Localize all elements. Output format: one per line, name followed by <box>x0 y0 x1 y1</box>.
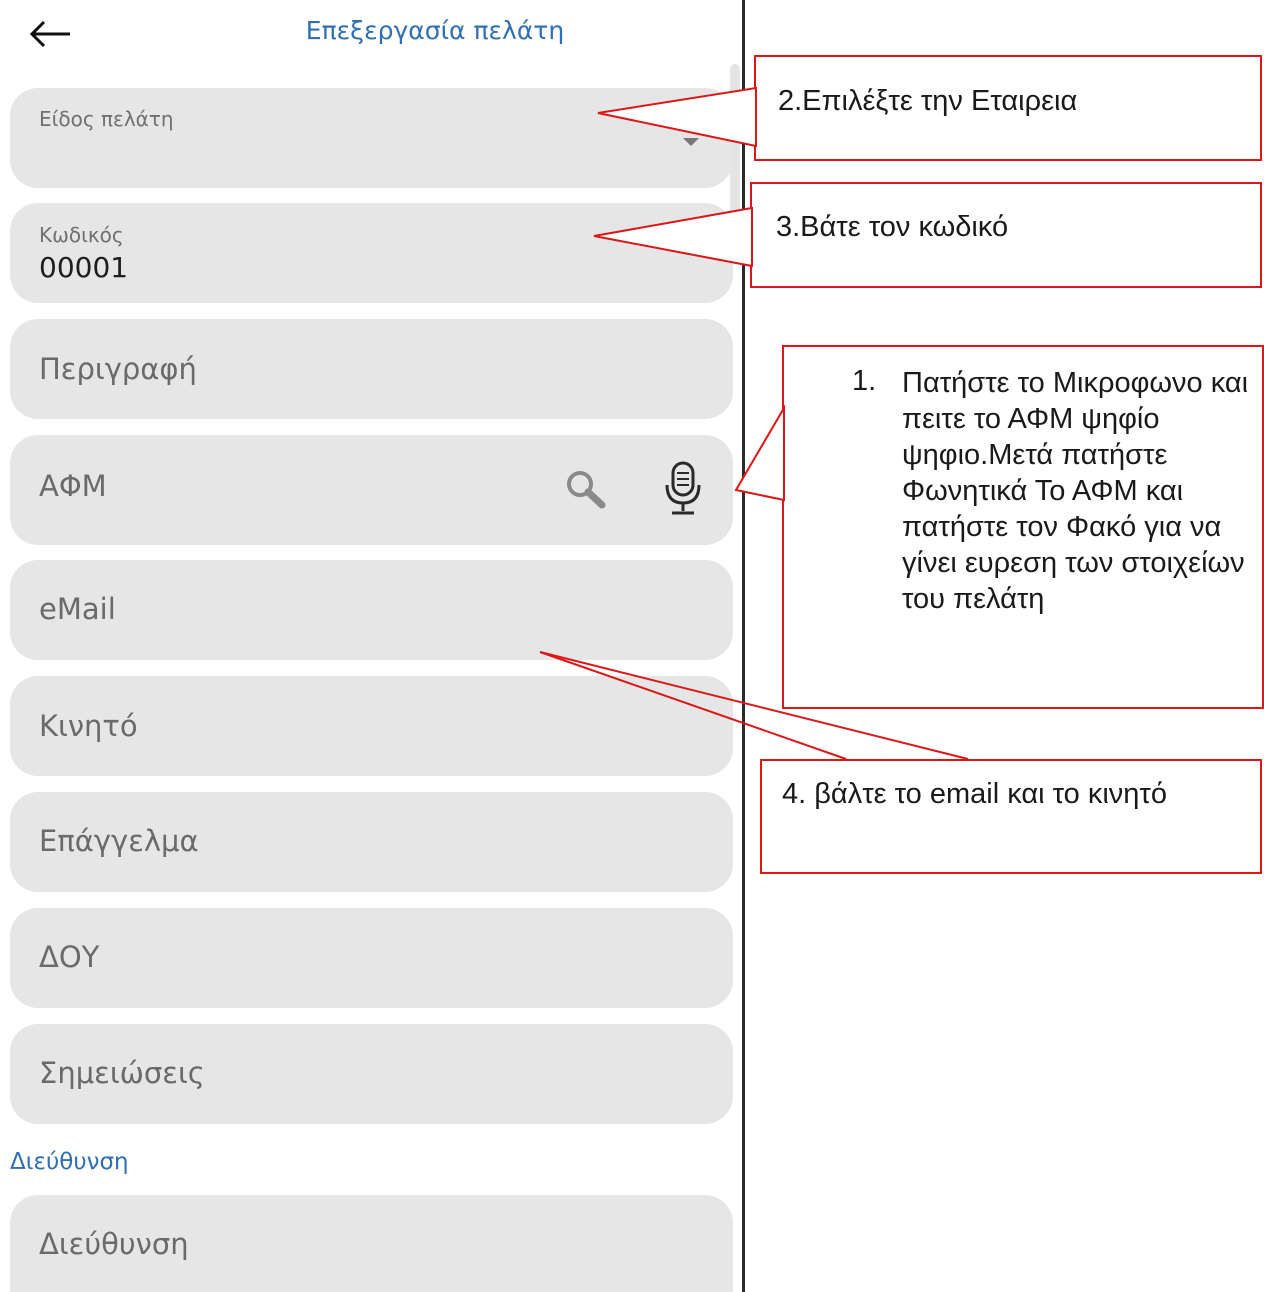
notes-field[interactable]: Σημειώσεις <box>10 1024 733 1124</box>
afm-field[interactable]: ΑΦΜ <box>10 435 733 545</box>
callout-step-2: 2.Επιλέξτε την Εταιρεια <box>754 55 1262 161</box>
address-field[interactable]: Διεύθυνση <box>10 1195 733 1292</box>
doy-field[interactable]: ΔΟΥ <box>10 908 733 1008</box>
callout-step-3-text: 3.Βάτε τον κωδικό <box>776 211 1009 243</box>
profession-field[interactable]: Επάγγελμα <box>10 792 733 892</box>
search-button[interactable] <box>562 467 612 511</box>
email-placeholder: eMail <box>39 592 116 626</box>
callout-step-1-text: Πατήστε το Μικροφωνο και πειτε το ΑΦΜ ψη… <box>902 367 1249 615</box>
code-value: 00001 <box>39 251 129 284</box>
profession-placeholder: Επάγγελμα <box>39 824 199 858</box>
mobile-placeholder: Κινητό <box>39 709 138 743</box>
customer-edit-screen: Επεξεργασία πελάτη Είδος πελάτη Κωδικός … <box>0 0 742 1292</box>
customer-type-select[interactable]: Είδος πελάτη <box>10 88 733 188</box>
description-field[interactable]: Περιγραφή <box>10 319 733 419</box>
description-placeholder: Περιγραφή <box>39 352 197 386</box>
code-field[interactable]: Κωδικός 00001 <box>10 203 733 303</box>
address-placeholder: Διεύθυνση <box>39 1227 189 1261</box>
callout-step-1-number: 1. <box>852 365 877 397</box>
doy-placeholder: ΔΟΥ <box>39 940 100 974</box>
microphone-icon <box>665 461 701 515</box>
address-section-label: Διεύθυνση <box>10 1149 129 1175</box>
back-button[interactable] <box>26 12 76 56</box>
callout-step-3: 3.Βάτε τον κωδικό <box>750 182 1262 288</box>
callout-step-4: 4. βάλτε το email και το κινητό <box>760 759 1262 874</box>
callout-step-4-text: 4. βάλτε το email και το κινητό <box>782 778 1168 810</box>
caret-down-icon <box>683 138 699 146</box>
panel-divider <box>742 0 745 1292</box>
page-title: Επεξεργασία πελάτη <box>305 16 565 45</box>
afm-placeholder: ΑΦΜ <box>39 469 107 503</box>
callout-step-1: 1. Πατήστε το Μικροφωνο και πειτε το ΑΦΜ… <box>782 345 1264 709</box>
email-field[interactable]: eMail <box>10 560 733 660</box>
mic-button[interactable] <box>658 459 708 519</box>
arrow-left-icon <box>29 20 70 48</box>
search-icon <box>567 471 606 509</box>
callout-step-2-text: 2.Επιλέξτε την Εταιρεια <box>778 85 1078 117</box>
notes-placeholder: Σημειώσεις <box>39 1056 205 1090</box>
mobile-field[interactable]: Κινητό <box>10 676 733 776</box>
customer-type-label: Είδος πελάτη <box>39 107 174 131</box>
code-label: Κωδικός <box>39 223 124 247</box>
